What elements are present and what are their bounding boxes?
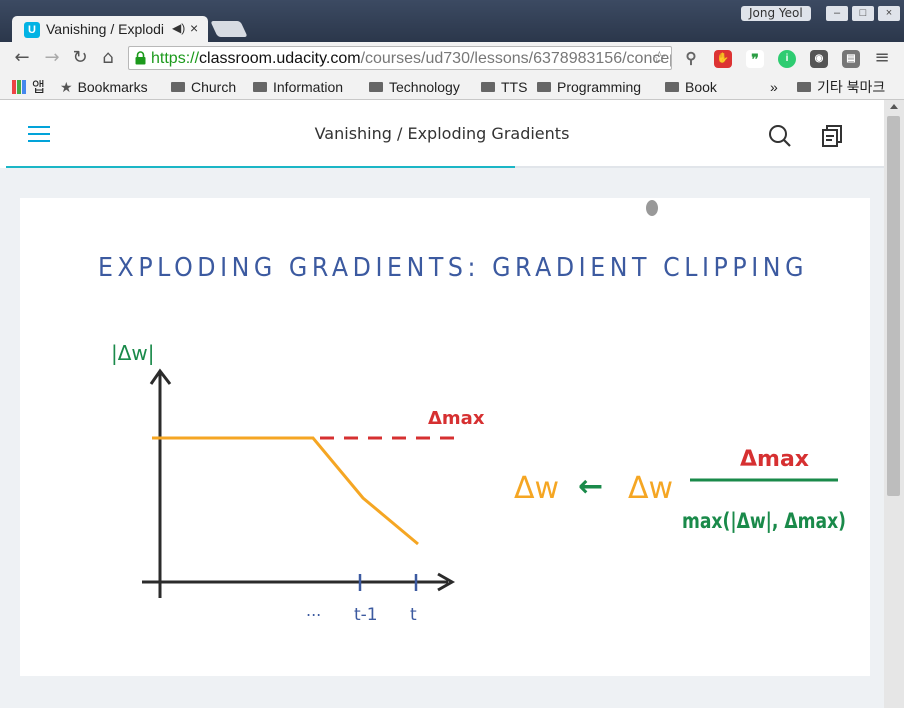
folder-icon [369,82,383,92]
scroll-thumb[interactable] [887,116,900,496]
bookmark-book[interactable]: Book [665,78,717,96]
scroll-up-icon[interactable] [890,104,898,109]
camera-extension-icon[interactable]: ◉ [810,50,828,68]
forward-icon[interactable]: → [42,48,62,68]
lesson-progress-fill [6,166,516,168]
bookmark-church[interactable]: Church [171,78,236,96]
bookmarks-overflow-button[interactable]: » [770,78,778,96]
bookmark-tts[interactable]: TTS [481,78,527,96]
close-window-icon[interactable]: × [878,6,900,21]
udacity-favicon-icon: U [24,22,40,38]
formula-numerator: Δmax [740,447,809,472]
zoom-search-icon[interactable]: ⚲ [682,50,700,68]
profile-button[interactable]: Jong Yeol [741,6,811,21]
browser-tab[interactable]: U Vanishing / Exploding Gradients ◀︎) × [12,16,208,42]
x-tick-label: t [410,605,417,625]
bookmark-programming[interactable]: Programming [537,78,641,96]
page-scrollbar[interactable] [884,100,904,708]
lecture-heading: EXPLODING GRADIENTS: GRADIENT CLIPPING [98,253,808,283]
bookmarks-bar: 앱 ★ Bookmarks Church Information Technolo… [0,75,904,100]
adblock-icon[interactable]: ✋ [714,50,732,68]
apps-shortcut[interactable]: 앱 [12,78,45,96]
folder-icon [665,82,679,92]
apps-grid-icon [12,80,26,94]
window-titlebar: Jong Yeol – □ × U Vanishing / Exploding … [0,0,904,42]
chrome-menu-icon[interactable]: ≡ [872,48,892,68]
maximize-icon[interactable]: □ [852,6,874,21]
minimize-icon[interactable]: – [826,6,848,21]
lecture-whiteboard: EXPLODING GRADIENTS: GRADIENT CLIPPING |… [98,200,846,625]
clipped-gradient-curve [152,436,419,546]
search-icon[interactable] [768,124,792,148]
i-extension-icon[interactable]: i [778,50,796,68]
formula-lhs: Δw [514,471,559,506]
bookmark-technology[interactable]: Technology [369,78,460,96]
x-tick-label: t-1 [354,605,378,625]
browser-toolbar: ← → ↻ ⌂ https://classroom.udacity.com/co… [0,42,904,75]
smudge-mark [646,200,658,216]
folder-icon [481,82,495,92]
classroom-header: Vanishing / Exploding Gradients [0,100,884,168]
y-axis-label: |Δw| [111,341,155,365]
back-icon[interactable]: ← [12,48,32,68]
other-bookmarks[interactable]: 기타 북마크 [797,78,885,96]
folder-icon [253,82,267,92]
bookmark-information[interactable]: Information [253,78,343,96]
html-extension-icon[interactable]: ▤ [842,50,860,68]
address-bar[interactable]: https://classroom.udacity.com/courses/ud… [128,46,672,70]
tab-close-icon[interactable]: × [190,20,198,36]
quote-extension-icon[interactable]: ❞ [746,50,764,68]
notes-icon[interactable] [820,124,844,148]
secure-lock-icon [135,51,146,65]
formula-rhs: Δw [628,471,673,506]
new-tab-button[interactable] [210,21,248,37]
folder-icon [537,82,551,92]
lesson-progress-bar [6,166,884,168]
lecture-video[interactable]: EXPLODING GRADIENTS: GRADIENT CLIPPING |… [20,198,870,676]
formula-denominator: max(|Δw|, Δmax) [682,509,846,534]
reload-icon[interactable]: ↻ [70,48,90,68]
url-text: https://classroom.udacity.com/courses/ud… [151,50,671,67]
threshold-label: Δmax [428,408,485,429]
page-content: Vanishing / Exploding Gradients EXPLODIN… [0,100,884,708]
star-icon: ★ [60,79,73,95]
bookmark-bookmarks[interactable]: ★ Bookmarks [60,78,148,96]
folder-icon [797,82,811,92]
x-tick-label: ... [306,601,321,620]
tab-title: Vanishing / Exploding Gradients [46,21,164,37]
bookmark-star-icon[interactable]: ☆ [652,48,667,68]
audio-playing-icon: ◀︎) [172,21,186,35]
page-title: Vanishing / Exploding Gradients [314,124,570,143]
home-icon[interactable]: ⌂ [98,48,118,68]
folder-icon [171,82,185,92]
formula-arrow: ← [578,469,603,504]
